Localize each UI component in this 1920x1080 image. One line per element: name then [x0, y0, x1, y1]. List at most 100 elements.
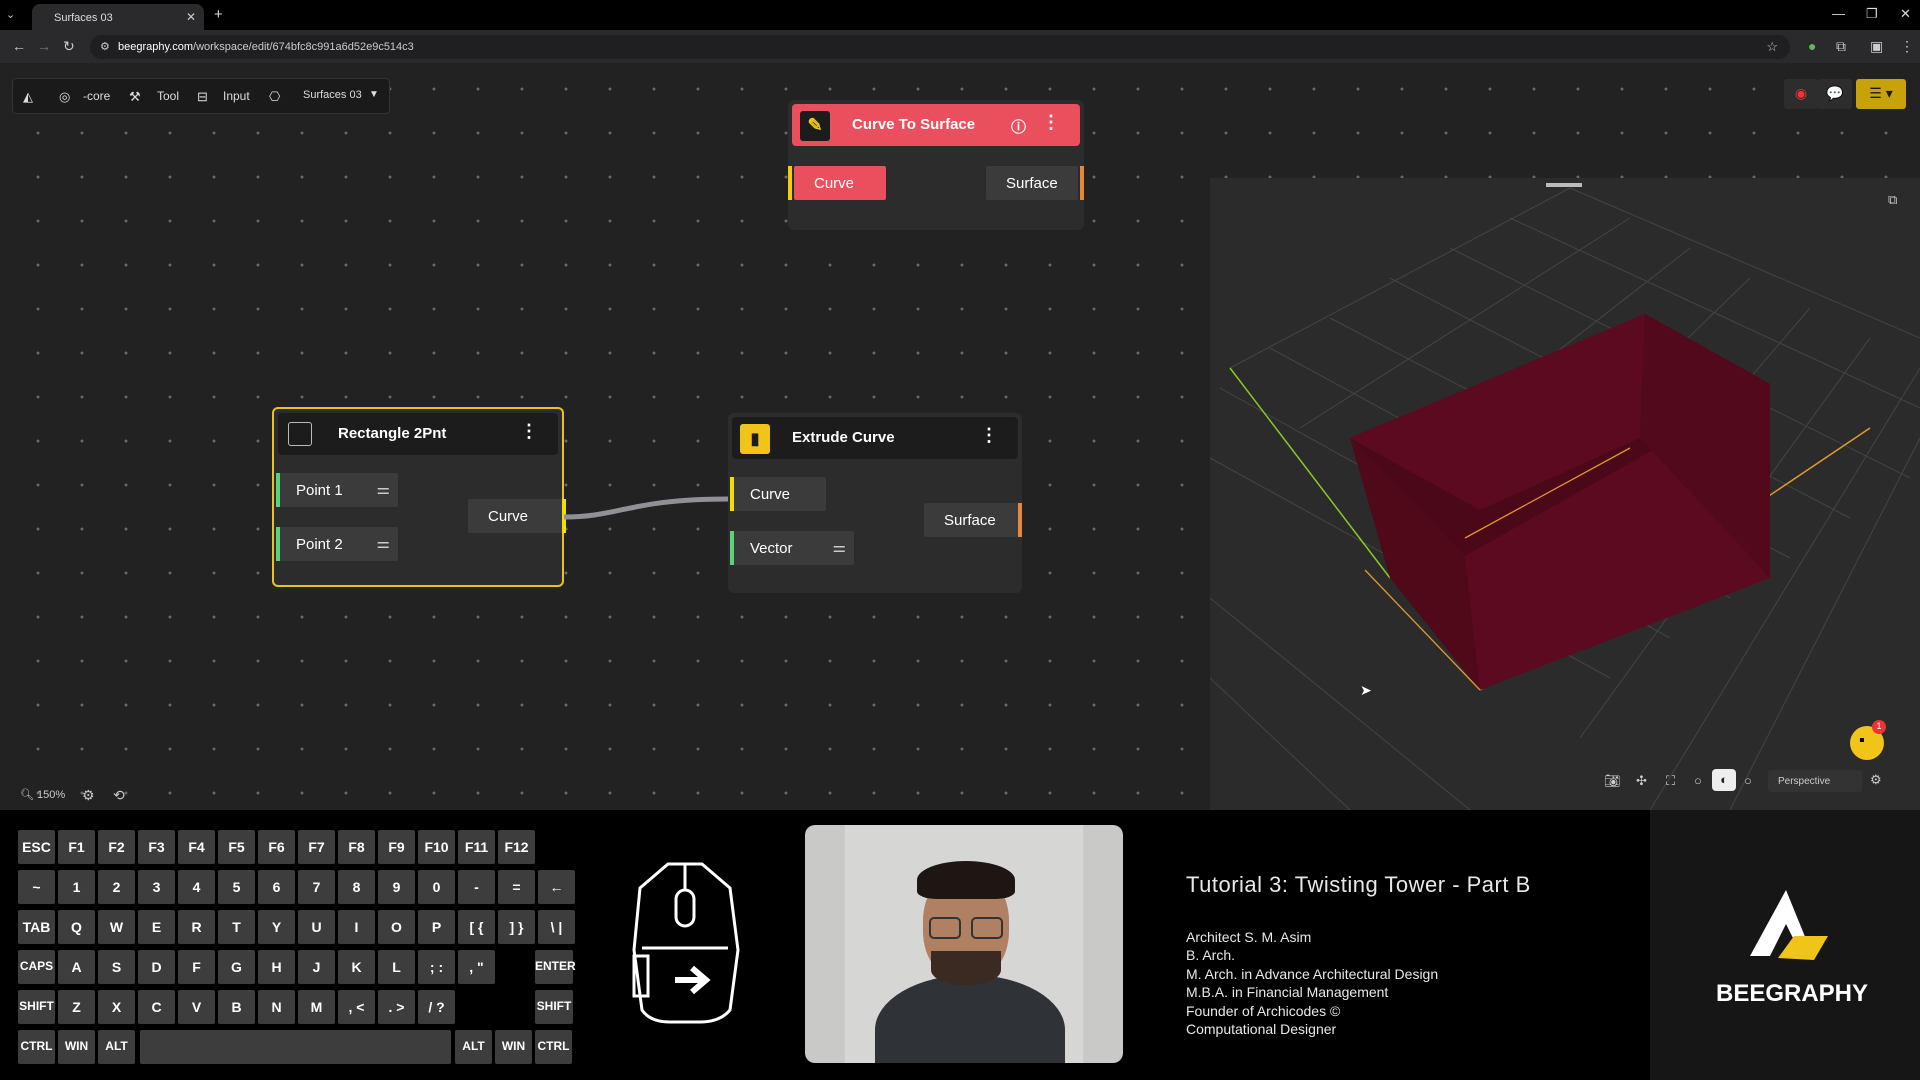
node-menu-icon[interactable]: ⋮	[980, 425, 998, 446]
window-close-icon[interactable]: ✕	[1900, 6, 1911, 22]
slider-settings-icon[interactable]: ⚌	[377, 534, 390, 552]
bookmark-star-icon[interactable]: ☆	[1766, 39, 1778, 55]
logo-icon[interactable]: ◭	[23, 89, 33, 105]
slider-settings-icon[interactable]: ⚌	[377, 480, 390, 498]
forward-icon[interactable]: →	[37, 38, 51, 54]
curve-to-surface-node[interactable]: ✎ Curve To Surface ⓘ ⋮ Curve Surface	[788, 100, 1084, 230]
tool-icon[interactable]: ⚒	[129, 89, 141, 105]
viewport-scene	[1209, 187, 1920, 811]
connection-wire[interactable]	[560, 483, 730, 523]
viewport-toolbar: 📷︎ ✣ ⛶ ○ ◐ ○ Perspective ⚙	[1596, 768, 1906, 796]
key-4-8: , <	[338, 990, 375, 1024]
canvas-zoom-control[interactable]: 🔍︎ 150%	[20, 788, 65, 801]
address-bar[interactable]: ⚙ beegraphy.com/workspace/edit/674bfc8c9…	[90, 35, 1790, 59]
undo-history-icon[interactable]: ⟲	[113, 787, 125, 804]
input-menu[interactable]: Input	[223, 89, 250, 103]
slider-settings-icon[interactable]: ⚌	[833, 538, 846, 556]
key-5-1: WIN	[58, 1030, 95, 1064]
rendered-mode-icon[interactable]: ○	[1744, 773, 1752, 788]
input-pin[interactable]	[276, 473, 280, 507]
extrude-curve-node[interactable]: ▮ Extrude Curve ⋮ Curve Vector ⚌ Surface	[728, 413, 1022, 593]
browser-menu-icon[interactable]: ⋮	[1900, 38, 1914, 55]
rectangle-2pnt-node[interactable]: Rectangle 2Pnt ⋮ Point 1 ⚌ Point 2 ⚌ Cur…	[272, 407, 566, 587]
profile-icon[interactable]: ▣	[1870, 38, 1883, 55]
mouse-graphic	[632, 862, 740, 1024]
key-0-3: F3	[138, 830, 175, 864]
tool-menu[interactable]: Tool	[157, 89, 179, 103]
core-icon[interactable]: ◎	[59, 89, 70, 105]
input-port-point2[interactable]: Point 2 ⚌	[276, 527, 398, 561]
workspace-selector[interactable]: Surfaces 03	[303, 89, 362, 101]
canvas-settings-icon[interactable]: ⚙	[82, 787, 95, 804]
extension-g-icon[interactable]: ●	[1808, 38, 1816, 54]
node-menu-icon[interactable]: ⋮	[520, 421, 538, 442]
viewport-expand-icon[interactable]: ⧉	[1888, 192, 1897, 208]
site-info-icon[interactable]: ⚙	[100, 40, 110, 53]
key-0-12: F12	[498, 830, 535, 864]
node-header[interactable]: Rectangle 2Pnt ⋮	[278, 413, 558, 455]
back-icon[interactable]: ←	[12, 38, 26, 54]
input-port-curve[interactable]: Curve	[788, 166, 886, 200]
input-port-point1[interactable]: Point 1 ⚌	[276, 473, 398, 507]
wireframe-mode-icon[interactable]: ○	[1694, 773, 1702, 788]
fullscreen-icon[interactable]: ⛶	[1666, 773, 1675, 789]
output-pin[interactable]	[1080, 166, 1084, 200]
output-port-surface[interactable]: Surface	[924, 503, 1022, 537]
close-tab-icon[interactable]: ✕	[186, 10, 196, 24]
viewport-settings-icon[interactable]: ⚙	[1870, 772, 1882, 788]
input-pin[interactable]	[276, 527, 280, 561]
key-4-3: C	[138, 990, 175, 1024]
extensions-icon[interactable]: ⧉	[1836, 38, 1846, 55]
comment-icon[interactable]: 💬	[1818, 79, 1852, 109]
key-2-8: I	[338, 910, 375, 944]
key-3-0: CAPS	[18, 950, 55, 984]
glasses-left	[929, 917, 961, 939]
settings-toggle-button[interactable]: ☰ ▾	[1856, 79, 1906, 109]
key-3-10: ; :	[418, 950, 455, 984]
node-menu-icon[interactable]: ⋮	[1042, 112, 1060, 133]
panel-drag-handle[interactable]	[1546, 183, 1582, 187]
key-0-2: F2	[98, 830, 135, 864]
presenter-credentials: Architect S. M. Asim B. Arch. M. Arch. in …	[1186, 928, 1438, 1038]
camera-icon[interactable]: 📷︎	[1604, 773, 1621, 789]
restore-icon[interactable]: ❐	[1866, 6, 1878, 22]
input-pin[interactable]	[730, 531, 734, 565]
key-0-9: F9	[378, 830, 415, 864]
minimize-icon[interactable]: —	[1832, 6, 1845, 21]
orbit-icon[interactable]: ✣	[1636, 773, 1647, 789]
key-2-5: T	[218, 910, 255, 944]
chat-widget-button[interactable]: ▪ 1	[1850, 720, 1886, 760]
core-menu[interactable]: -core	[83, 89, 110, 103]
info-icon[interactable]: ⓘ	[1011, 116, 1026, 137]
input-port-vector[interactable]: Vector ⚌	[730, 531, 854, 565]
key-2-0: TAB	[18, 910, 55, 944]
browser-tab[interactable]: Surfaces 03 ✕	[32, 4, 204, 30]
output-pin[interactable]	[1018, 503, 1022, 537]
spacebar-key	[140, 1030, 451, 1064]
3d-viewport[interactable]: ⧉ ➤ ▪ 1 📷︎ ✣ ⛶ ○ ◐ ○ Perspective ⚙	[1209, 178, 1920, 811]
output-port-curve[interactable]: Curve	[468, 499, 566, 533]
camera-mode-select[interactable]: Perspective	[1768, 770, 1862, 792]
key-1-10: 0	[418, 870, 455, 904]
input-pin[interactable]	[788, 166, 792, 200]
output-port-surface[interactable]: Surface	[986, 166, 1084, 200]
user-alert-icon[interactable]: ◉	[1784, 79, 1818, 109]
key-4-2: X	[98, 990, 135, 1024]
node-header[interactable]: ▮ Extrude Curve ⋮	[732, 417, 1018, 459]
zoom-icon: 🔍︎	[20, 789, 34, 801]
input-pin[interactable]	[730, 477, 734, 511]
reload-icon[interactable]: ↻	[63, 38, 75, 55]
rectangle-icon	[288, 422, 312, 446]
input-port-curve[interactable]: Curve	[730, 477, 826, 511]
key-1-6: 6	[258, 870, 295, 904]
node-header[interactable]: ✎ Curve To Surface ⓘ ⋮	[792, 104, 1080, 146]
key-3-8: K	[338, 950, 375, 984]
new-tab-icon[interactable]: +	[214, 6, 223, 23]
key-3-9: L	[378, 950, 415, 984]
shaded-mode-icon[interactable]: ◐	[1712, 769, 1736, 791]
chevron-down-icon[interactable]: ▼	[369, 89, 379, 100]
workspace-icon[interactable]: ⎔	[269, 89, 280, 105]
tab-list-icon[interactable]: ⌄	[6, 8, 15, 21]
key-1-2: 2	[98, 870, 135, 904]
input-icon[interactable]: ⊟	[197, 89, 208, 105]
